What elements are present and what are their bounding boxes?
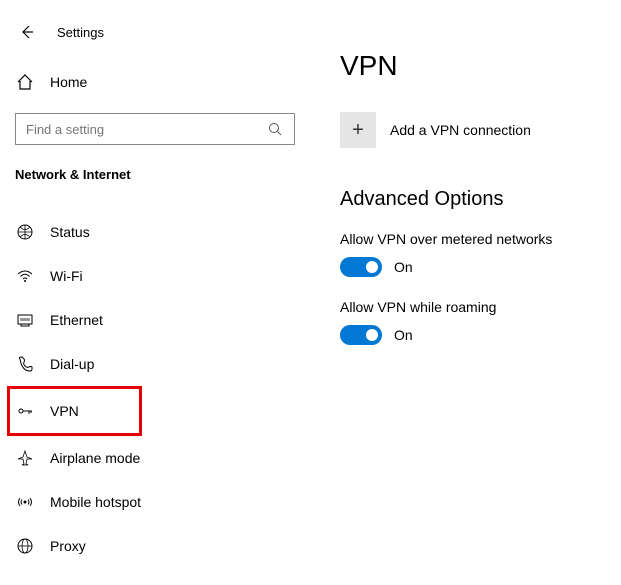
nav-wifi-label: Wi-Fi <box>50 268 83 284</box>
nav-proxy-label: Proxy <box>50 538 86 554</box>
nav-hotspot-label: Mobile hotspot <box>50 494 141 510</box>
main-panel: VPN + Add a VPN connection Advanced Opti… <box>310 0 621 585</box>
add-vpn-label: Add a VPN connection <box>390 122 531 138</box>
toggle-metered[interactable] <box>340 257 382 277</box>
nav-dialup[interactable]: Dial-up <box>15 342 295 386</box>
section-title: Network & Internet <box>15 167 295 182</box>
home-icon <box>15 73 35 91</box>
advanced-options-title: Advanced Options <box>340 188 596 211</box>
option-roaming: Allow VPN while roaming On <box>340 299 596 345</box>
back-button[interactable] <box>15 20 39 44</box>
home-nav[interactable]: Home <box>15 69 295 95</box>
nav-vpn-label: VPN <box>50 403 79 419</box>
option-roaming-toggle-row: On <box>340 325 596 345</box>
toggle-roaming[interactable] <box>340 325 382 345</box>
search-icon <box>268 122 284 136</box>
nav-ethernet-label: Ethernet <box>50 312 103 328</box>
nav-proxy[interactable]: Proxy <box>15 524 295 568</box>
globe-icon <box>15 223 35 241</box>
search-box[interactable] <box>15 113 295 145</box>
option-roaming-label: Allow VPN while roaming <box>340 299 596 315</box>
proxy-icon <box>15 537 35 555</box>
plus-icon: + <box>340 112 376 148</box>
airplane-icon <box>15 449 35 467</box>
page-title: VPN <box>340 50 596 82</box>
toggle-roaming-state: On <box>394 327 413 343</box>
back-arrow-icon <box>19 24 35 40</box>
search-input[interactable] <box>26 122 268 137</box>
header-row: Settings <box>15 20 295 44</box>
dialup-icon <box>15 355 35 373</box>
settings-title: Settings <box>57 25 104 40</box>
nav-vpn[interactable]: VPN <box>7 386 142 436</box>
nav-airplane-label: Airplane mode <box>50 450 140 466</box>
hotspot-icon <box>15 493 35 511</box>
ethernet-icon <box>15 311 35 329</box>
nav-airplane[interactable]: Airplane mode <box>15 436 295 480</box>
add-vpn-button[interactable]: + Add a VPN connection <box>340 112 596 148</box>
option-metered: Allow VPN over metered networks On <box>340 231 596 277</box>
nav-status-label: Status <box>50 224 90 240</box>
home-label: Home <box>50 74 87 90</box>
toggle-metered-state: On <box>394 259 413 275</box>
nav-ethernet[interactable]: Ethernet <box>15 298 295 342</box>
wifi-icon <box>15 267 35 285</box>
nav-status[interactable]: Status <box>15 210 295 254</box>
vpn-icon <box>15 402 35 420</box>
option-metered-toggle-row: On <box>340 257 596 277</box>
nav-dialup-label: Dial-up <box>50 356 94 372</box>
option-metered-label: Allow VPN over metered networks <box>340 231 596 247</box>
nav-wifi[interactable]: Wi-Fi <box>15 254 295 298</box>
sidebar: Settings Home Network & Internet Status … <box>0 0 310 585</box>
nav-hotspot[interactable]: Mobile hotspot <box>15 480 295 524</box>
